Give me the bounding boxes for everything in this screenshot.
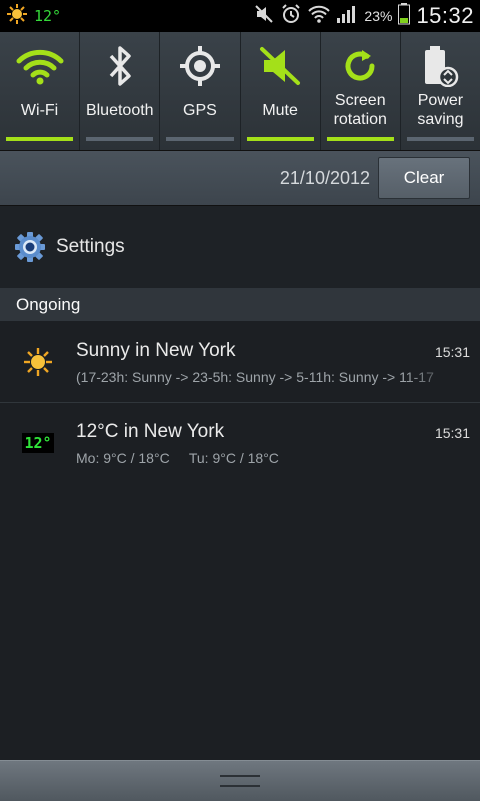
grip-icon: [220, 775, 260, 787]
alarm-icon: [280, 3, 302, 30]
notification-time: 15:31: [434, 344, 470, 360]
sun-icon: [18, 344, 58, 380]
toggle-mute[interactable]: Mute: [241, 32, 321, 150]
wifi-icon: [16, 44, 64, 88]
toggle-indicator: [246, 137, 314, 141]
notification-title: 12°C in New York: [76, 421, 225, 442]
toggle-indicator: [326, 137, 394, 141]
toggle-gps[interactable]: GPS: [160, 32, 241, 150]
battery-percent: 23%: [364, 8, 393, 24]
toggle-indicator: [86, 137, 154, 141]
date-text: 21/10/2012: [279, 168, 370, 188]
toggle-indicator: [6, 137, 74, 141]
temperature-display-icon: 12°: [18, 425, 58, 461]
gps-icon: [179, 44, 221, 88]
toggle-label: Mute: [262, 101, 298, 119]
notification-time: 15:31: [434, 425, 470, 441]
toggle-indicator: [166, 137, 234, 141]
settings-gear-icon: [14, 231, 46, 263]
notification-subtitle: (17-23h: Sunny -> 23-5h: Sunny -> 5-11h:…: [76, 369, 434, 385]
notification-temperature[interactable]: 12° 12°C in New York Mo: 9°C / 18°C Tu: …: [0, 403, 480, 483]
notification-weather-condition[interactable]: Sunny in New York (17-23h: Sunny -> 23-5…: [0, 322, 480, 403]
battery-icon: [398, 2, 411, 30]
rotation-icon: [340, 44, 380, 88]
notification-subtitle: Mo: 9°C / 18°C Tu: 9°C / 18°C: [76, 450, 279, 466]
toggle-label: Bluetooth: [85, 101, 154, 119]
notification-title: Sunny in New York: [76, 340, 236, 361]
status-bar-right: 23% 15:32: [254, 2, 480, 30]
drag-handle[interactable]: [0, 760, 480, 801]
power-saving-icon: [420, 44, 460, 88]
toggle-screen-rotation[interactable]: Screen rotation: [321, 32, 401, 150]
sun-icon: [6, 3, 28, 30]
status-time: 15:32: [416, 3, 474, 28]
bluetooth-icon: [105, 44, 135, 88]
toggle-wifi[interactable]: Wi-Fi: [0, 32, 81, 150]
toggle-label: Wi-Fi: [20, 101, 59, 119]
clear-button[interactable]: Clear: [378, 157, 470, 199]
toggle-indicator: [406, 137, 475, 141]
toggle-power-saving[interactable]: Power saving: [401, 32, 480, 150]
mute-icon: [254, 4, 274, 29]
toggle-label: Power saving: [417, 92, 464, 128]
status-bar: 12° 23% 15:32: [0, 0, 480, 32]
settings-shortcut[interactable]: Settings: [0, 206, 480, 288]
toggle-bluetooth[interactable]: Bluetooth: [80, 32, 161, 150]
toggle-label: Screen rotation: [333, 92, 387, 128]
temperature-icon-text: 12°: [22, 433, 54, 453]
ongoing-header: Ongoing: [0, 288, 480, 321]
date-bar: 21/10/2012 Clear: [0, 151, 480, 206]
wifi-icon: [308, 4, 331, 29]
mute-icon: [258, 44, 302, 88]
toggle-label: GPS: [183, 101, 217, 119]
status-temperature: 12°: [34, 7, 62, 25]
quick-toggles: Wi-Fi Bluetooth GPS Mute Screen rotation…: [0, 32, 480, 151]
status-bar-left: 12°: [0, 3, 61, 30]
ongoing-label: Ongoing: [16, 294, 81, 314]
signal-icon: [336, 4, 358, 29]
settings-label: Settings: [56, 236, 125, 257]
